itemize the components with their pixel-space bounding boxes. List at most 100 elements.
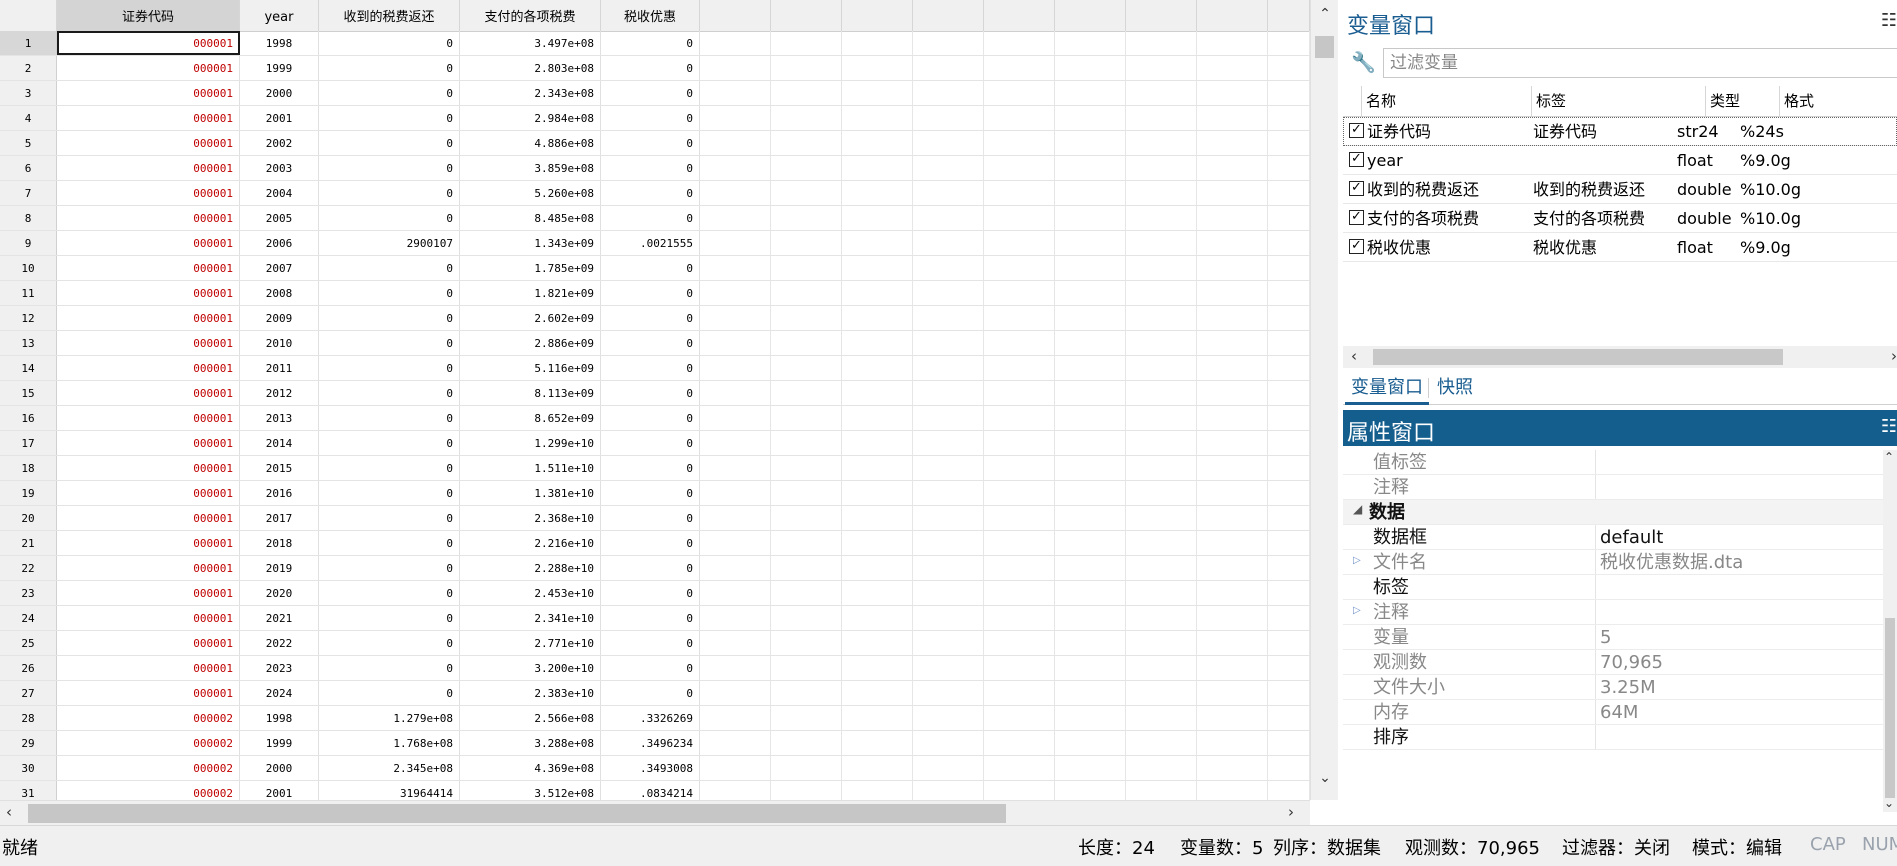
empty-cell[interactable] — [1055, 431, 1126, 455]
scroll-down-icon[interactable]: ⌄ — [1311, 770, 1338, 786]
empty-cell[interactable] — [1268, 531, 1310, 555]
empty-cell[interactable] — [1055, 631, 1126, 655]
scroll-up-icon[interactable]: ⌃ — [1884, 450, 1894, 464]
empty-cell[interactable] — [1268, 481, 1310, 505]
empty-column-header[interactable] — [1197, 0, 1268, 31]
empty-cell[interactable] — [700, 581, 771, 605]
empty-cell[interactable] — [913, 306, 984, 330]
empty-cell[interactable] — [771, 281, 842, 305]
cell-refund[interactable]: 0 — [319, 306, 460, 330]
empty-cell[interactable] — [913, 656, 984, 680]
cell-year[interactable]: 2012 — [240, 381, 319, 405]
cell-refund[interactable]: 2.345e+08 — [319, 756, 460, 780]
cell-year[interactable]: 2024 — [240, 681, 319, 705]
cell-pref[interactable]: 0 — [601, 381, 700, 405]
variable-row[interactable]: ✓ 证券代码 证券代码 str24 %24s — [1343, 117, 1897, 146]
cell-paid[interactable]: 5.116e+09 — [460, 356, 601, 380]
row-number[interactable]: 21 — [0, 531, 57, 555]
empty-cell[interactable] — [842, 156, 913, 180]
empty-column-header[interactable] — [700, 0, 771, 31]
empty-cell[interactable] — [1055, 306, 1126, 330]
empty-cell[interactable] — [913, 256, 984, 280]
empty-cell[interactable] — [984, 706, 1055, 730]
empty-cell[interactable] — [1197, 506, 1268, 530]
empty-cell[interactable] — [842, 706, 913, 730]
empty-cell[interactable] — [842, 606, 913, 630]
row-number[interactable]: 20 — [0, 506, 57, 530]
cell-year[interactable]: 2008 — [240, 281, 319, 305]
empty-cell[interactable] — [1126, 731, 1197, 755]
empty-cell[interactable] — [1197, 306, 1268, 330]
row-number[interactable]: 17 — [0, 431, 57, 455]
empty-cell[interactable] — [771, 81, 842, 105]
property-row[interactable]: 数据框 default — [1343, 525, 1883, 550]
cell-code[interactable]: 000001 — [57, 181, 240, 205]
property-row[interactable]: ▷ 注释 — [1343, 600, 1883, 625]
empty-cell[interactable] — [984, 556, 1055, 580]
empty-cell[interactable] — [1268, 306, 1310, 330]
empty-cell[interactable] — [700, 706, 771, 730]
empty-cell[interactable] — [1197, 431, 1268, 455]
empty-cell[interactable] — [842, 631, 913, 655]
empty-cell[interactable] — [1268, 506, 1310, 530]
table-row[interactable]: 2 000001 1999 0 2.803e+08 0 — [0, 56, 1310, 81]
cell-code[interactable]: 000002 — [57, 706, 240, 730]
empty-cell[interactable] — [1268, 81, 1310, 105]
empty-cell[interactable] — [1055, 56, 1126, 80]
empty-cell[interactable] — [913, 231, 984, 255]
empty-cell[interactable] — [771, 431, 842, 455]
empty-cell[interactable] — [1055, 231, 1126, 255]
cell-refund[interactable]: 0 — [319, 606, 460, 630]
column-header-paid[interactable]: 支付的各项税费 — [460, 0, 601, 31]
empty-cell[interactable] — [771, 356, 842, 380]
empty-cell[interactable] — [700, 681, 771, 705]
cell-code[interactable]: 000001 — [57, 156, 240, 180]
empty-column-header[interactable] — [913, 0, 984, 31]
variable-row[interactable]: ✓ 税收优惠 税收优惠 float %9.0g — [1343, 233, 1897, 262]
property-row[interactable]: ▷ 文件名 税收优惠数据.dta — [1343, 550, 1883, 575]
cell-refund[interactable]: 2900107 — [319, 231, 460, 255]
empty-cell[interactable] — [771, 131, 842, 155]
empty-cell[interactable] — [771, 56, 842, 80]
empty-cell[interactable] — [984, 331, 1055, 355]
cell-code[interactable]: 000001 — [57, 631, 240, 655]
empty-cell[interactable] — [1197, 731, 1268, 755]
cell-refund[interactable]: 0 — [319, 381, 460, 405]
cell-year[interactable]: 2009 — [240, 306, 319, 330]
empty-cell[interactable] — [913, 431, 984, 455]
cell-code[interactable]: 000002 — [57, 756, 240, 780]
empty-cell[interactable] — [1126, 431, 1197, 455]
row-number[interactable]: 28 — [0, 706, 57, 730]
row-number[interactable]: 8 — [0, 206, 57, 230]
cell-year[interactable]: 2000 — [240, 81, 319, 105]
scroll-thumb[interactable] — [28, 804, 1006, 823]
empty-cell[interactable] — [1055, 256, 1126, 280]
empty-cell[interactable] — [842, 81, 913, 105]
property-row[interactable]: 标签 — [1343, 575, 1883, 600]
empty-cell[interactable] — [1126, 81, 1197, 105]
cell-paid[interactable]: 4.369e+08 — [460, 756, 601, 780]
table-row[interactable]: 20 000001 2017 0 2.368e+10 0 — [0, 506, 1310, 531]
cell-refund[interactable]: 0 — [319, 56, 460, 80]
cell-paid[interactable]: 2.383e+10 — [460, 681, 601, 705]
variables-horizontal-scrollbar[interactable]: ‹ › — [1343, 346, 1897, 368]
empty-cell[interactable] — [984, 431, 1055, 455]
empty-cell[interactable] — [984, 156, 1055, 180]
variable-checkbox[interactable]: ✓ — [1349, 152, 1364, 167]
empty-cell[interactable] — [1126, 56, 1197, 80]
cell-paid[interactable]: 2.771e+10 — [460, 631, 601, 655]
empty-cell[interactable] — [700, 256, 771, 280]
cell-year[interactable]: 1999 — [240, 731, 319, 755]
empty-cell[interactable] — [1197, 281, 1268, 305]
empty-cell[interactable] — [984, 456, 1055, 480]
cell-paid[interactable]: 1.511e+10 — [460, 456, 601, 480]
empty-cell[interactable] — [1055, 381, 1126, 405]
cell-pref[interactable]: .3326269 — [601, 706, 700, 730]
cell-pref[interactable]: 0 — [601, 581, 700, 605]
empty-cell[interactable] — [1268, 231, 1310, 255]
cell-code[interactable]: 000001 — [57, 556, 240, 580]
cell-year[interactable]: 2003 — [240, 156, 319, 180]
cell-paid[interactable]: 2.343e+08 — [460, 81, 601, 105]
cell-paid[interactable]: 2.984e+08 — [460, 106, 601, 130]
row-number-header[interactable] — [0, 0, 57, 31]
